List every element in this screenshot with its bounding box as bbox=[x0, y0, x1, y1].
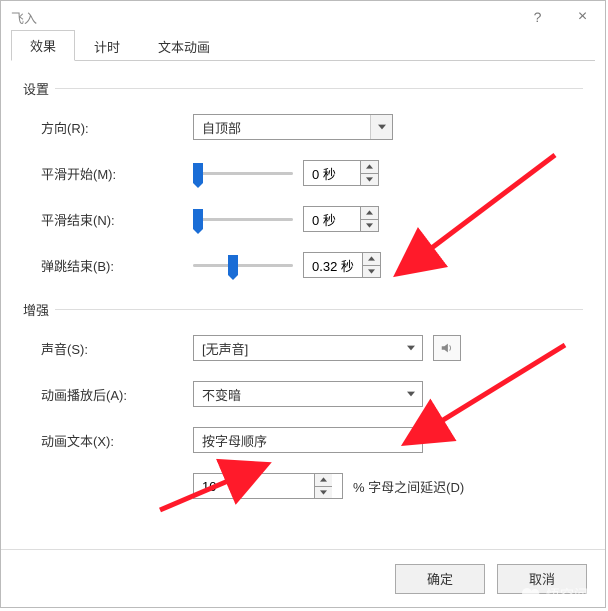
content-area: 设置 方向(R): 自顶部 平滑开始(M): bbox=[1, 61, 605, 549]
footer: 确定 取消 bbox=[1, 549, 605, 607]
group-settings: 设置 方向(R): 自顶部 平滑开始(M): bbox=[23, 79, 583, 282]
row-after-play: 动画播放后(A): 不变暗 bbox=[23, 377, 583, 411]
slider-thumb[interactable] bbox=[193, 163, 203, 183]
letter-delay-suffix: % 字母之间延迟(D) bbox=[353, 477, 464, 496]
animate-text-label: 动画文本(X): bbox=[23, 431, 193, 450]
animate-text-select[interactable]: 按字母顺序 bbox=[193, 427, 423, 453]
close-button[interactable]: × bbox=[560, 1, 605, 33]
group-enhance-label: 增强 bbox=[23, 300, 583, 319]
direction-label: 方向(R): bbox=[23, 118, 193, 137]
spinner-up[interactable] bbox=[361, 161, 378, 174]
bounce-end-slider[interactable] bbox=[193, 255, 293, 275]
row-letter-delay: 10 % 字母之间延迟(D) bbox=[23, 469, 583, 503]
row-animate-text: 动画文本(X): 按字母顺序 bbox=[23, 423, 583, 457]
help-icon: ? bbox=[534, 9, 542, 25]
slider-thumb[interactable] bbox=[193, 209, 203, 229]
tab-timing[interactable]: 计时 bbox=[75, 31, 139, 61]
after-play-label: 动画播放后(A): bbox=[23, 385, 193, 404]
smooth-start-slider[interactable] bbox=[193, 163, 293, 183]
row-smooth-end: 平滑结束(N): 0 秒 bbox=[23, 202, 583, 236]
spinner-down[interactable] bbox=[361, 220, 378, 232]
group-enhance: 增强 声音(S): [无声音] bbox=[23, 300, 583, 503]
row-bounce-end: 弹跳结束(B): 0.32 秒 bbox=[23, 248, 583, 282]
group-settings-label: 设置 bbox=[23, 79, 583, 98]
bounce-end-spinner[interactable]: 0.32 秒 bbox=[303, 252, 381, 278]
ok-button[interactable]: 确定 bbox=[395, 564, 485, 594]
letter-delay-spinner[interactable]: 10 bbox=[193, 473, 343, 499]
spinner-up[interactable] bbox=[363, 253, 380, 266]
titlebar: 飞入 ? × bbox=[1, 1, 605, 33]
spinner-down[interactable] bbox=[315, 487, 332, 499]
sound-preview-button[interactable] bbox=[433, 335, 461, 361]
spinner-down[interactable] bbox=[363, 266, 380, 278]
chevron-down-icon[interactable] bbox=[400, 336, 422, 360]
bounce-end-label: 弹跳结束(B): bbox=[23, 256, 193, 275]
sound-label: 声音(S): bbox=[23, 339, 193, 358]
tab-effects[interactable]: 效果 bbox=[11, 30, 75, 61]
smooth-end-spinner[interactable]: 0 秒 bbox=[303, 206, 379, 232]
spinner-up[interactable] bbox=[361, 207, 378, 220]
tab-row: 效果 计时 文本动画 bbox=[11, 33, 595, 61]
cancel-button[interactable]: 取消 bbox=[497, 564, 587, 594]
smooth-end-label: 平滑结束(N): bbox=[23, 210, 193, 229]
direction-select[interactable]: 自顶部 bbox=[193, 114, 393, 140]
close-icon: × bbox=[578, 8, 587, 26]
tab-text-animation[interactable]: 文本动画 bbox=[139, 31, 229, 61]
speaker-icon bbox=[440, 341, 454, 355]
chevron-down-icon[interactable] bbox=[400, 428, 422, 452]
window-title: 飞入 bbox=[11, 8, 515, 27]
dialog-window: 飞入 ? × 效果 计时 文本动画 设置 方向(R): 自顶部 bbox=[0, 0, 606, 608]
row-smooth-start: 平滑开始(M): 0 秒 bbox=[23, 156, 583, 190]
sound-select[interactable]: [无声音] bbox=[193, 335, 423, 361]
row-direction: 方向(R): 自顶部 bbox=[23, 110, 583, 144]
spinner-up[interactable] bbox=[315, 474, 332, 487]
spinner-down[interactable] bbox=[361, 174, 378, 186]
help-button[interactable]: ? bbox=[515, 1, 560, 33]
after-play-select[interactable]: 不变暗 bbox=[193, 381, 423, 407]
chevron-down-icon[interactable] bbox=[370, 115, 392, 139]
smooth-end-slider[interactable] bbox=[193, 209, 293, 229]
chevron-down-icon[interactable] bbox=[400, 382, 422, 406]
row-sound: 声音(S): [无声音] bbox=[23, 331, 583, 365]
smooth-start-spinner[interactable]: 0 秒 bbox=[303, 160, 379, 186]
smooth-start-label: 平滑开始(M): bbox=[23, 164, 193, 183]
slider-thumb[interactable] bbox=[228, 255, 238, 275]
